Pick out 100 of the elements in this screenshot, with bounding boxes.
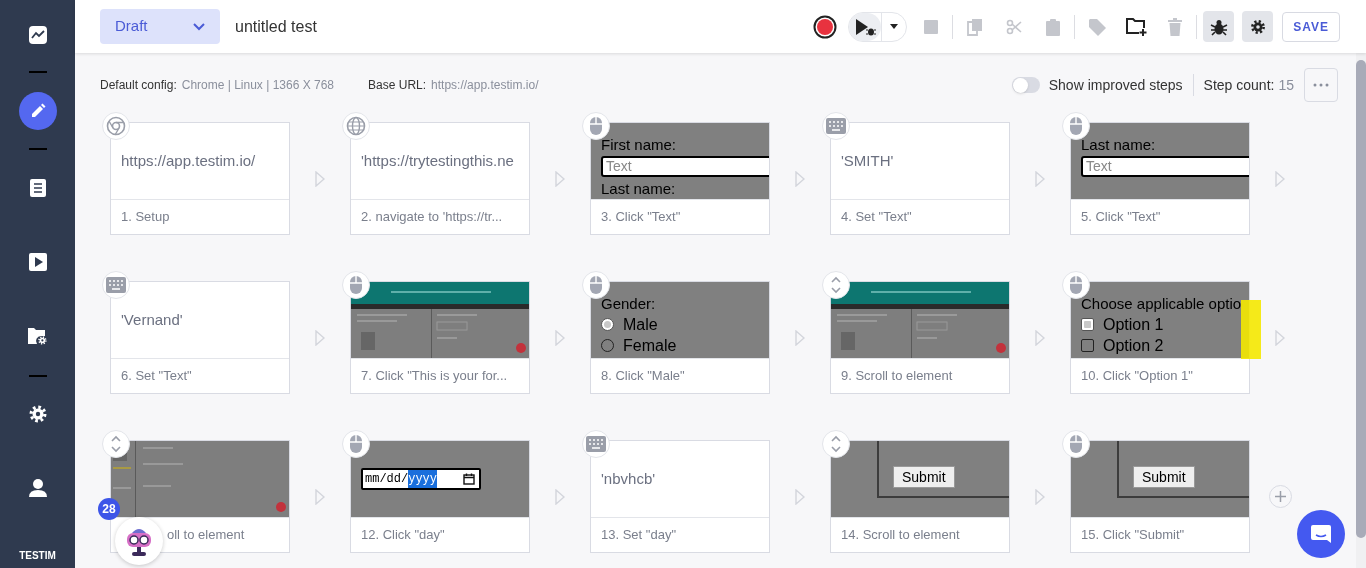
chart-icon [27, 25, 48, 45]
step-card[interactable]: 'https://trytestingthis.ne 2. navigate to 'https://tr... [350, 122, 530, 235]
option-label: Option 1 [1103, 315, 1164, 334]
step-caption: 6. Set "Text" [121, 367, 192, 386]
keyboard-icon [586, 436, 606, 452]
next-arrow-icon [555, 170, 565, 187]
form-label: Gender: [601, 294, 656, 313]
step-card[interactable]: Last name: Text 5. Click "Text" [1070, 122, 1250, 235]
step-card[interactable]: Choose applicable optio Option 1 Option 2 10. Click "Option 1" [1070, 281, 1250, 394]
next-arrow-icon [795, 488, 805, 505]
mouse-icon [349, 434, 363, 454]
step-value: 'SMITH' [841, 150, 894, 171]
next-arrow-icon [1035, 488, 1045, 505]
option-label: Male [623, 315, 658, 334]
list-icon [29, 179, 46, 197]
step-value: 'nbvhcb' [601, 468, 656, 489]
toggle-switch[interactable] [1011, 77, 1040, 93]
step-count-label: Step count: [1203, 75, 1275, 95]
step-caption: 14. Scroll to element [841, 526, 960, 545]
next-arrow-icon [795, 329, 805, 346]
step-caption: 2. navigate to 'https://tr... [361, 208, 503, 227]
form-label: Last name: [1081, 135, 1156, 154]
step-card[interactable]: https://app.testim.io/ 1. Setup [110, 122, 290, 235]
step-card[interactable]: Gender: Male Female 8. Click "Male" [590, 281, 770, 394]
status-dropdown[interactable]: Draft [100, 9, 220, 44]
step-card[interactable]: 9. Scroll to element [830, 281, 1010, 394]
debug-button[interactable] [1203, 11, 1235, 42]
text-input: Text [1081, 156, 1249, 177]
next-arrow-icon [1035, 170, 1045, 187]
chat-button[interactable] [1297, 510, 1345, 558]
next-arrow-icon [555, 488, 565, 505]
settings-icon [1248, 17, 1267, 36]
next-arrow-icon [315, 329, 325, 346]
notification-badge: 28 [98, 498, 120, 520]
step-value: 'https://trytestingthis.ne [361, 150, 514, 171]
submit-button: Submit [1133, 466, 1195, 488]
step-caption: 1. Setup [121, 208, 170, 227]
step-caption: 13. Set "day" [601, 526, 676, 545]
form-label: First name: [601, 135, 676, 154]
settings-button[interactable] [1242, 11, 1274, 42]
next-arrow-icon [315, 170, 325, 187]
folder-gear-icon [26, 326, 49, 346]
step-card[interactable]: First name: Text Last name: 3. Click "Text" [590, 122, 770, 235]
step-card[interactable]: 'nbvhcb' 13. Set "day" [590, 440, 770, 553]
base-url-link[interactable]: https://app.testim.io/ [431, 76, 539, 94]
step-caption: 9. Scroll to element [841, 367, 953, 386]
step-value: https://app.testim.io/ [121, 150, 256, 171]
mouse-icon [349, 275, 363, 295]
bug-icon [1209, 17, 1228, 36]
mouse-icon [1069, 434, 1083, 454]
step-caption: oll to element [167, 526, 245, 545]
play-icon [28, 253, 47, 271]
next-arrow-icon [1275, 170, 1285, 187]
sidebar-item[interactable] [18, 92, 57, 130]
step-caption: 8. Click "Male" [601, 367, 685, 386]
play-debug-icon [854, 16, 877, 37]
copy-icon [966, 17, 983, 36]
next-arrow-icon [555, 329, 565, 346]
stop-icon [923, 19, 938, 34]
step-value: 'Vernand' [121, 309, 183, 330]
tag-icon [1087, 17, 1106, 36]
calendar-icon [463, 473, 475, 485]
mouse-icon [1069, 275, 1083, 295]
step-caption: 15. Click "Submit" [1081, 526, 1185, 545]
step-caption: 3. Click "Text" [601, 208, 681, 227]
form-label: Last name: [601, 179, 676, 198]
step-card[interactable]: Submit 15. Click "Submit" [1070, 440, 1250, 553]
step-caption: 7. Click "This is your for... [361, 367, 508, 386]
assistant-button[interactable] [115, 517, 163, 565]
keyboard-icon [826, 118, 846, 134]
folder-plus-icon [1124, 16, 1147, 37]
toggle-label: Show improved steps [1048, 75, 1183, 95]
option-label: Option 2 [1103, 336, 1164, 355]
submit-button: Submit [893, 466, 955, 488]
url-label: Base URL: [368, 77, 427, 94]
text-input: Text [601, 156, 769, 177]
user-icon [27, 478, 48, 498]
step-card[interactable]: 'SMITH' 4. Set "Text" [830, 122, 1010, 235]
step-count-value: 15 [1278, 75, 1294, 95]
test-title: untitled test [235, 16, 317, 37]
mouse-icon [1069, 116, 1083, 136]
step-caption: 12. Click "day" [361, 526, 445, 545]
mouse-icon [589, 275, 603, 295]
run-button[interactable] [848, 11, 908, 42]
config-value: Chrome | Linux | 1366 X 768 [181, 77, 335, 94]
step-caption: 10. Click "Option 1" [1081, 367, 1193, 386]
logo-text: TESTIM [19, 549, 56, 563]
save-button[interactable]: SAVE [1282, 11, 1340, 42]
scroll-arrows-icon [830, 275, 842, 295]
scroll-arrows-icon [830, 434, 842, 454]
chat-icon [1310, 523, 1332, 545]
record-icon [812, 14, 837, 39]
next-arrow-icon [1275, 329, 1285, 346]
form-label: Choose applicable optio [1081, 294, 1242, 313]
step-card[interactable]: 7. Click "This is your for... [350, 281, 530, 394]
step-card[interactable]: mm/dd/yyyy 12. Click "day" [350, 440, 530, 553]
step-card[interactable]: Submit 14. Scroll to element [830, 440, 1010, 553]
mouse-icon [589, 116, 603, 136]
more-icon [1313, 83, 1329, 87]
step-card[interactable]: 'Vernand' 6. Set "Text" [110, 281, 290, 394]
